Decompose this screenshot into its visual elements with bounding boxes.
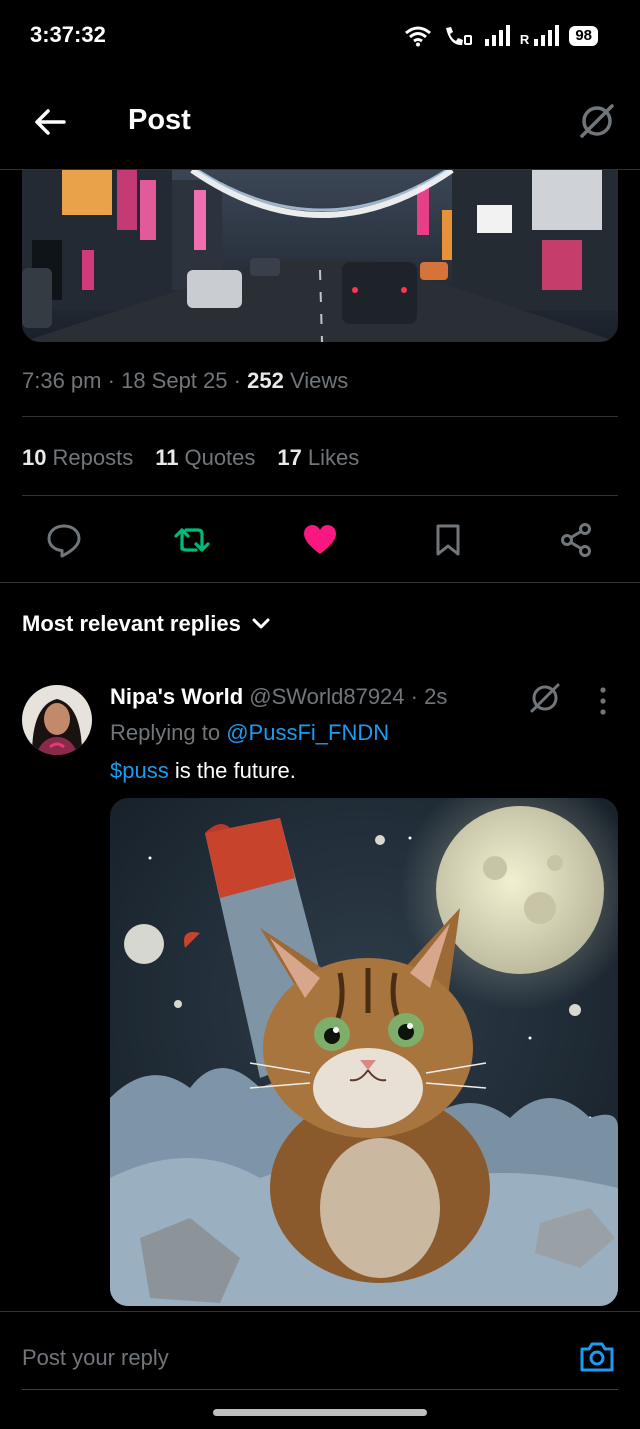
quotes-stat[interactable]: 11 Quotes — [155, 445, 255, 471]
more-vertical-icon[interactable] — [596, 686, 610, 716]
avatar-image — [22, 685, 92, 755]
divider — [0, 1311, 640, 1312]
tweet-date: 18 Sept 25 — [121, 368, 228, 393]
battery-indicator: 98 — [569, 26, 598, 46]
reposts-label: Reposts — [52, 445, 134, 470]
reply-input[interactable]: Post your reply — [22, 1345, 169, 1371]
wifi-calling-icon — [445, 27, 472, 46]
tweet-media[interactable] — [22, 170, 618, 342]
signal-icon-2 — [534, 25, 560, 46]
replying-to: Replying to @PussFi_FNDN — [110, 720, 389, 746]
divider — [22, 495, 618, 496]
replies-sort-dropdown[interactable]: Most relevant replies — [22, 611, 271, 637]
tweet-meta: 7:36 pm · 18 Sept 25 · 252 Views — [22, 368, 349, 393]
status-bar: 3:37:32 R 98 — [0, 0, 640, 72]
heart-icon[interactable] — [302, 522, 338, 558]
speech-bubble-icon[interactable] — [46, 522, 82, 558]
views-count: 252 — [247, 368, 284, 393]
composer-underline — [22, 1389, 618, 1390]
home-indicator[interactable] — [213, 1409, 427, 1416]
status-time: 3:37:32 — [30, 22, 106, 47]
cashtag-link[interactable]: $puss — [110, 758, 169, 783]
grok-icon[interactable] — [578, 102, 616, 140]
chevron-down-icon — [252, 618, 270, 629]
divider — [22, 416, 618, 417]
tweet-stats: 10 Reposts 11 Quotes 17 Likes — [22, 445, 359, 471]
reply-header: Nipa's World @SWorld87924 · 2s — [110, 684, 448, 709]
grok-icon[interactable] — [528, 681, 562, 715]
signal-icon — [484, 25, 510, 46]
likes-count: 17 — [277, 445, 302, 470]
reply-author-name[interactable]: Nipa's World — [110, 684, 243, 709]
likes-label: Likes — [307, 445, 360, 470]
divider — [0, 582, 640, 583]
reposts-stat[interactable]: 10 Reposts — [22, 445, 133, 471]
likes-stat[interactable]: 17 Likes — [277, 445, 359, 471]
replying-to-label: Replying to — [110, 720, 221, 745]
views-label[interactable]: Views — [290, 368, 348, 393]
arrow-left-icon[interactable] — [30, 102, 70, 142]
tweet-time: 7:36 pm — [22, 368, 102, 393]
camera-icon[interactable] — [578, 1338, 616, 1376]
reply-author-handle[interactable]: @SWorld87924 — [249, 684, 404, 709]
tweet-actions — [0, 518, 640, 562]
bookmark-icon[interactable] — [430, 522, 466, 558]
share-icon[interactable] — [558, 522, 594, 558]
replies-sort-label: Most relevant replies — [22, 611, 241, 636]
repost-icon[interactable] — [174, 522, 210, 558]
reply-image — [110, 798, 618, 1306]
replying-to-handle[interactable]: @PussFi_FNDN — [226, 720, 389, 745]
quotes-count: 11 — [155, 445, 179, 470]
reply-media[interactable] — [110, 798, 618, 1306]
page-title: Post — [128, 104, 191, 136]
status-icons: R 98 — [404, 22, 598, 50]
reply-body: $puss is the future. — [110, 758, 296, 784]
reply-age: 2s — [424, 684, 448, 709]
top-bar: Post — [0, 72, 640, 170]
quotes-label: Quotes — [184, 445, 256, 470]
wifi-icon — [404, 26, 431, 47]
tweet-image — [22, 170, 618, 342]
reposts-count: 10 — [22, 445, 47, 470]
roaming-label: R — [519, 31, 530, 47]
reply-text: is the future. — [168, 758, 296, 783]
avatar[interactable] — [22, 685, 92, 755]
